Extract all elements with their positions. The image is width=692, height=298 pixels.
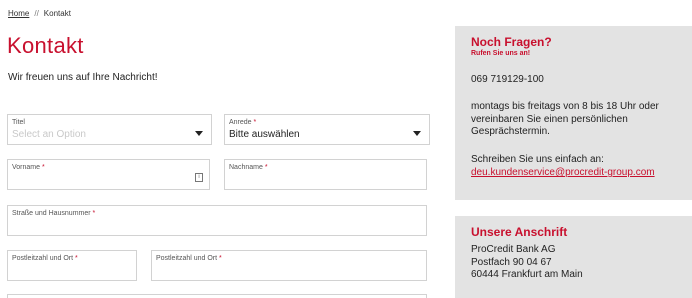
anrede-value: Bitte auswählen <box>229 129 300 140</box>
plz-ort-field-2[interactable]: Postleitzahl und Ort * <box>151 250 427 281</box>
plz-ort-field[interactable]: Postleitzahl und Ort * <box>7 250 137 281</box>
anrede-select[interactable]: Anrede * Bitte auswählen <box>224 114 430 145</box>
strasse-field[interactable]: Straße und Hausnummer * <box>7 205 427 236</box>
plz-ort-label-2: Postleitzahl und Ort * <box>156 255 222 262</box>
phone-number: 069 719129-100 <box>471 74 544 85</box>
page-title: Kontakt <box>7 33 84 58</box>
write-us-text: Schreiben Sie uns einfach an: <box>471 154 604 165</box>
opening-hours: montags bis freitags von 8 bis 18 Uhr od… <box>471 101 659 137</box>
email-link[interactable]: deu.kundenservice@procredit-group.com <box>471 167 655 178</box>
vorname-field[interactable]: Vorname * i <box>7 159 210 190</box>
chevron-down-icon <box>413 131 421 136</box>
address-lines: ProCredit Bank AG Postfach 90 04 67 6044… <box>471 244 583 280</box>
next-field-partial[interactable] <box>7 294 427 298</box>
intro-text: Wir freuen uns auf Ihre Nachricht! <box>8 72 158 83</box>
plz-ort-label: Postleitzahl und Ort * <box>12 255 78 262</box>
chevron-down-icon <box>195 131 203 136</box>
strasse-label: Straße und Hausnummer * <box>12 210 96 217</box>
address-title: Unsere Anschrift <box>471 225 568 239</box>
questions-title: Noch Fragen? <box>471 35 552 49</box>
breadcrumb: Home // Kontakt <box>8 9 71 18</box>
questions-subtitle: Rufen Sie uns an! <box>471 50 531 57</box>
contact-card-icon: i <box>195 173 203 182</box>
breadcrumb-home-link[interactable]: Home <box>8 9 29 18</box>
contact-info-box: Noch Fragen? Rufen Sie uns an! 069 71912… <box>455 26 692 200</box>
nachname-label: Nachname * <box>229 164 268 171</box>
titel-label: Titel <box>12 119 25 126</box>
breadcrumb-current: Kontakt <box>43 9 71 18</box>
nachname-field[interactable]: Nachname * <box>224 159 427 190</box>
titel-select[interactable]: Titel Select an Option <box>7 114 212 145</box>
address-box: Unsere Anschrift ProCredit Bank AG Postf… <box>455 216 692 298</box>
breadcrumb-separator: // <box>34 9 39 18</box>
titel-placeholder: Select an Option <box>12 129 86 140</box>
anrede-label: Anrede * <box>229 119 257 126</box>
vorname-label: Vorname * <box>12 164 45 171</box>
